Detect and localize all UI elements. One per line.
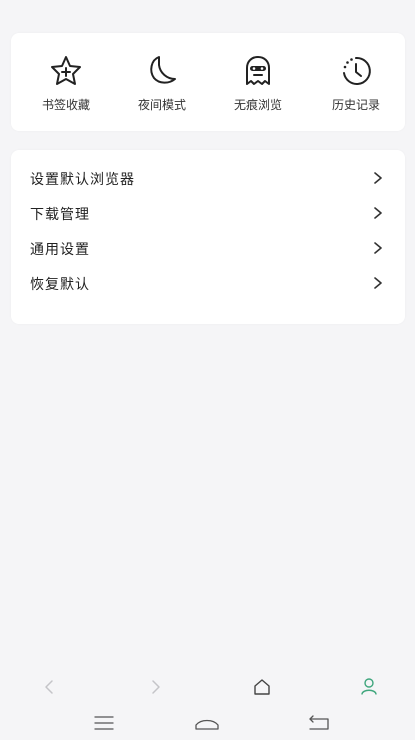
- chevron-right-icon: [374, 242, 382, 254]
- back-button[interactable]: [35, 672, 65, 702]
- forward-arrow-icon: [152, 680, 160, 694]
- star-plus-icon: [51, 56, 81, 85]
- incognito-label: 无痕浏览: [233, 98, 282, 112]
- home-icon: [254, 679, 270, 695]
- night-mode-button[interactable]: 夜间模式: [117, 51, 207, 121]
- chevron-right-icon: [374, 172, 382, 184]
- bookmarks-button[interactable]: 书签收藏: [21, 51, 111, 121]
- quick-actions-card: 书签收藏 夜间模式 无痕浏览 历史记录: [11, 33, 405, 131]
- history-button[interactable]: 历史记录: [311, 51, 401, 121]
- system-menu-button[interactable]: [86, 711, 122, 735]
- profile-button[interactable]: [354, 672, 384, 702]
- menu-item-label: 设置默认浏览器: [30, 172, 135, 188]
- bottom-navigation-bar: [0, 665, 415, 740]
- settings-menu-card: 设置默认浏览器 下载管理 通用设置 恢复默认: [11, 150, 405, 324]
- home-button[interactable]: [247, 672, 277, 702]
- incognito-button[interactable]: 无痕浏览: [213, 51, 303, 121]
- general-settings-item[interactable]: 通用设置: [11, 231, 405, 265]
- system-home-button[interactable]: [189, 711, 225, 735]
- moon-icon: [150, 56, 176, 84]
- menu-item-label: 下载管理: [30, 207, 90, 223]
- menu-item-label: 恢复默认: [30, 277, 90, 293]
- incognito-ghost-icon: [246, 56, 270, 85]
- history-clock-icon: [343, 56, 371, 85]
- user-profile-icon: [361, 678, 377, 695]
- chevron-right-icon: [374, 207, 382, 219]
- set-default-browser-item[interactable]: 设置默认浏览器: [11, 161, 405, 195]
- menu-item-label: 通用设置: [30, 242, 90, 258]
- night-mode-label: 夜间模式: [137, 98, 186, 112]
- menu-lines-icon: [94, 716, 114, 730]
- back-gesture-icon: [309, 715, 329, 730]
- restore-defaults-item[interactable]: 恢复默认: [11, 266, 405, 300]
- home-gesture-icon: [195, 719, 219, 730]
- back-arrow-icon: [45, 680, 53, 694]
- bookmarks-label: 书签收藏: [41, 98, 90, 112]
- history-label: 历史记录: [331, 98, 380, 112]
- chevron-right-icon: [374, 277, 382, 289]
- forward-button[interactable]: [140, 672, 170, 702]
- download-manager-item[interactable]: 下载管理: [11, 196, 405, 230]
- system-back-button[interactable]: [301, 711, 337, 735]
